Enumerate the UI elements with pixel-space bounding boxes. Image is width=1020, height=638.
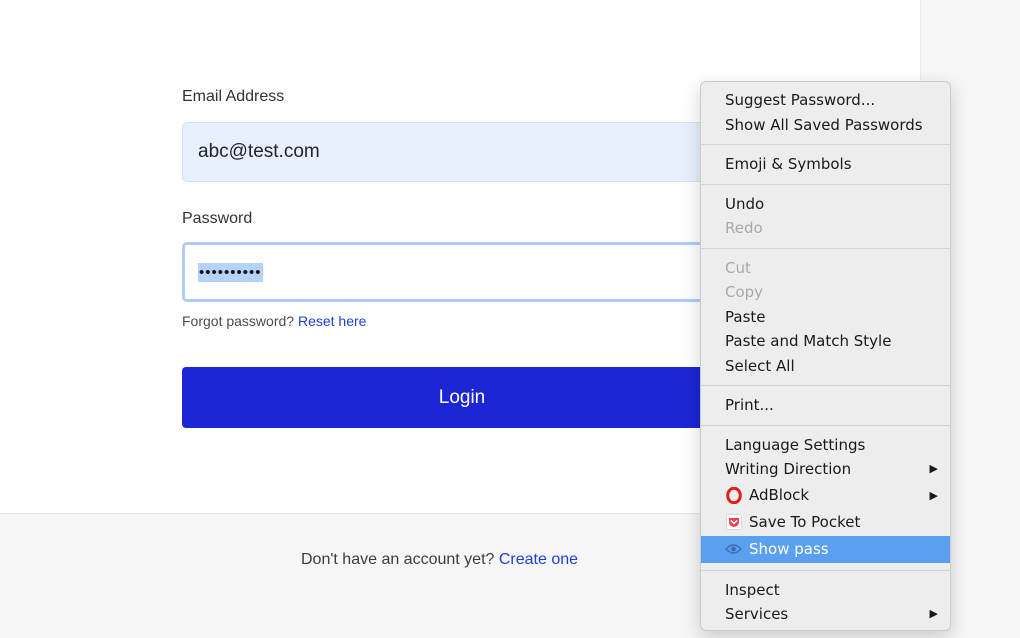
submenu-arrow-icon: ▶: [929, 607, 938, 620]
menu-separator: [701, 569, 950, 571]
email-field[interactable]: abc@test.com: [182, 122, 742, 182]
menu-item-inspect[interactable]: Inspect: [701, 578, 950, 603]
menu-separator: [701, 144, 950, 145]
login-button[interactable]: Login: [182, 367, 742, 428]
menu-item-paste[interactable]: Paste: [701, 305, 950, 330]
reset-password-link[interactable]: Reset here: [298, 313, 366, 329]
menu-item-select-all[interactable]: Select All: [701, 354, 950, 379]
menu-item-redo: Redo: [725, 219, 763, 237]
menu-item-adblock[interactable]: AdBlock ▶: [701, 482, 950, 509]
menu-item-label: AdBlock: [749, 485, 810, 504]
menu-item-paste-match-style[interactable]: Paste and Match Style: [701, 329, 950, 354]
eye-icon: [725, 541, 742, 558]
password-value-selected: ••••••••••: [198, 262, 263, 282]
menu-item-copy: Copy: [725, 283, 764, 301]
menu-item-print[interactable]: Print...: [701, 393, 950, 418]
menu-item-label: Writing Direction: [725, 460, 852, 478]
password-field[interactable]: ••••••••••: [182, 242, 742, 302]
menu-item-show-pass[interactable]: Show pass: [701, 535, 950, 563]
menu-item-writing-direction[interactable]: Writing Direction ▶: [701, 457, 950, 482]
menu-item-label: Services: [725, 605, 789, 623]
submenu-arrow-icon: ▶: [929, 462, 938, 475]
email-value: abc@test.com: [198, 141, 320, 162]
menu-item-cut: Cut: [725, 258, 751, 277]
menu-item-emoji-symbols[interactable]: Emoji & Symbols: [701, 152, 950, 177]
opera-o-icon: [725, 486, 742, 504]
menu-item-show-saved-passwords[interactable]: Show All Saved Passwords: [701, 113, 950, 138]
forgot-password-label: Forgot password?: [182, 313, 295, 329]
context-menu: Suggest Password... Show All Saved Passw…: [700, 81, 951, 631]
menu-item-language-settings[interactable]: Language Settings: [701, 433, 950, 458]
menu-item-undo[interactable]: Undo: [701, 192, 950, 217]
menu-item-save-to-pocket[interactable]: Save To Pocket: [701, 509, 950, 536]
submenu-arrow-icon: ▶: [929, 488, 938, 502]
menu-separator: [701, 183, 950, 185]
signup-text: Don't have an account yet?: [301, 551, 495, 568]
password-label: Password: [182, 210, 253, 227]
signup-prompt: Don't have an account yet? Create one: [301, 551, 578, 569]
create-account-link[interactable]: Create one: [499, 551, 578, 568]
pocket-icon: [725, 514, 742, 531]
forgot-password-text: Forgot password? Reset here: [182, 313, 366, 329]
email-label: Email Address: [182, 88, 285, 105]
menu-separator: [701, 424, 950, 426]
menu-separator: [701, 247, 950, 249]
menu-separator: [701, 385, 950, 386]
menu-item-suggest-password[interactable]: Suggest Password...: [701, 88, 950, 113]
menu-item-label: Show pass: [749, 539, 829, 558]
menu-item-label: Save To Pocket: [749, 512, 861, 531]
menu-item-services[interactable]: Services ▶: [701, 602, 950, 627]
